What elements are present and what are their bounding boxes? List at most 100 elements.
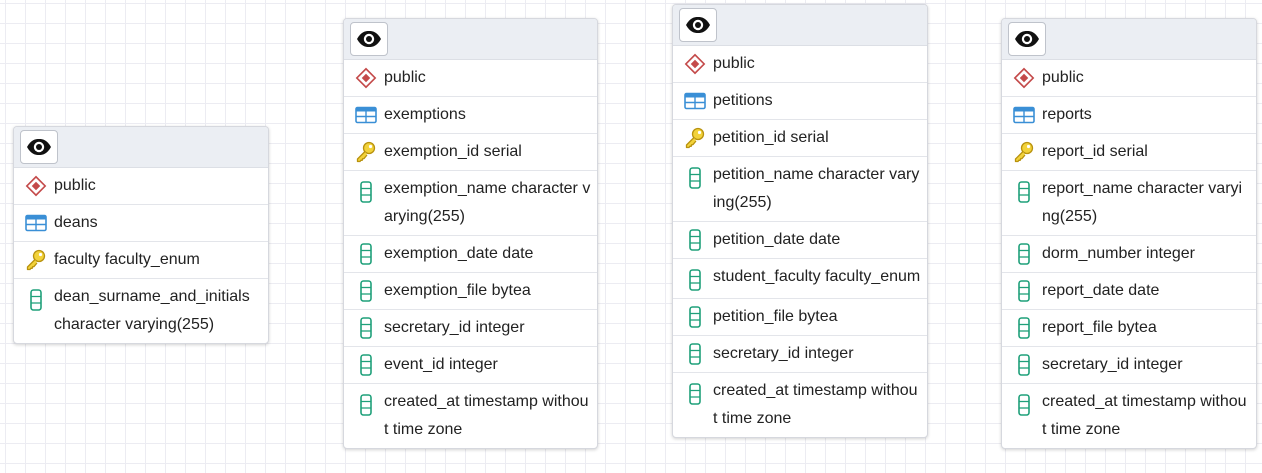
schema-name: public xyxy=(54,177,96,194)
schema-name: public xyxy=(1042,69,1084,86)
column-text: petition_file bytea xyxy=(713,308,838,325)
view-data-button[interactable] xyxy=(1008,22,1046,56)
column-row[interactable]: exemption_name character varying(255) xyxy=(344,171,597,236)
column-text: report_id serial xyxy=(1042,143,1148,160)
eye-icon xyxy=(1014,30,1040,48)
column-row[interactable]: secretary_id integer xyxy=(344,310,597,347)
column-icon xyxy=(1012,280,1036,302)
view-data-button[interactable] xyxy=(679,8,717,42)
table-icon xyxy=(683,90,707,112)
column-text: created_at timestamp without time zone xyxy=(713,382,918,427)
column-text: secretary_id integer xyxy=(1042,356,1183,373)
column-row[interactable]: petition_file bytea xyxy=(673,299,927,336)
schema-icon xyxy=(683,53,707,75)
column-icon xyxy=(1012,394,1036,416)
schema-icon xyxy=(24,175,48,197)
node-header xyxy=(344,19,597,60)
column-text: petition_name character varying(255) xyxy=(713,166,920,211)
column-row[interactable]: dorm_number integer xyxy=(1002,236,1256,273)
table-name: deans xyxy=(54,214,98,231)
column-row[interactable]: faculty faculty_enum xyxy=(14,242,268,279)
table-icon xyxy=(354,104,378,126)
column-text: exemption_file bytea xyxy=(384,282,531,299)
column-row[interactable]: created_at timestamp without time zone xyxy=(1002,384,1256,448)
column-text: dean_surname_and_initials character vary… xyxy=(54,288,250,333)
eye-icon xyxy=(26,138,52,156)
column-text: student_faculty faculty_enum xyxy=(713,268,921,285)
view-data-button[interactable] xyxy=(20,130,58,164)
column-text: exemption_id serial xyxy=(384,143,522,160)
column-icon xyxy=(683,229,707,251)
eye-icon xyxy=(685,16,711,34)
table-node-exemptions[interactable]: public exemptions exemption_id serial ex… xyxy=(343,18,598,449)
column-row[interactable]: petition_name character varying(255) xyxy=(673,157,927,222)
column-text: created_at timestamp without time zone xyxy=(1042,393,1247,438)
table-row[interactable]: exemptions xyxy=(344,97,597,134)
column-icon xyxy=(683,383,707,405)
column-icon xyxy=(683,167,707,189)
column-row[interactable]: secretary_id integer xyxy=(1002,347,1256,384)
table-node-deans[interactable]: public deans faculty faculty_enum dean_s… xyxy=(13,126,269,344)
schema-row[interactable]: public xyxy=(344,60,597,97)
column-icon xyxy=(354,280,378,302)
column-row[interactable]: event_id integer xyxy=(344,347,597,384)
table-row[interactable]: reports xyxy=(1002,97,1256,134)
column-text: petition_id serial xyxy=(713,129,829,146)
schema-row[interactable]: public xyxy=(14,168,268,205)
column-icon xyxy=(354,181,378,203)
column-icon xyxy=(1012,354,1036,376)
erd-canvas[interactable]: public deans faculty faculty_enum dean_s… xyxy=(0,0,1262,473)
column-row[interactable]: petition_date date xyxy=(673,222,927,259)
table-name: reports xyxy=(1042,106,1092,123)
schema-icon xyxy=(354,67,378,89)
column-row[interactable]: report_date date xyxy=(1002,273,1256,310)
node-header xyxy=(14,127,268,168)
column-text: report_file bytea xyxy=(1042,319,1157,336)
column-row[interactable]: secretary_id integer xyxy=(673,336,927,373)
column-row[interactable]: report_name character varying(255) xyxy=(1002,171,1256,236)
schema-row[interactable]: public xyxy=(673,46,927,83)
column-icon xyxy=(24,289,48,311)
column-icon xyxy=(354,317,378,339)
column-row[interactable]: report_file bytea xyxy=(1002,310,1256,347)
column-row[interactable]: report_id serial xyxy=(1002,134,1256,171)
column-icon xyxy=(354,354,378,376)
column-icon xyxy=(683,343,707,365)
primary-key-icon xyxy=(24,249,48,271)
column-text: event_id integer xyxy=(384,356,498,373)
node-header xyxy=(1002,19,1256,60)
table-node-reports[interactable]: public reports report_id serial report_n… xyxy=(1001,18,1257,449)
primary-key-icon xyxy=(683,127,707,149)
primary-key-icon xyxy=(1012,141,1036,163)
column-row[interactable]: dean_surname_and_initials character vary… xyxy=(14,279,268,343)
table-name: petitions xyxy=(713,92,773,109)
node-header xyxy=(673,5,927,46)
column-row[interactable]: created_at timestamp without time zone xyxy=(673,373,927,437)
column-row[interactable]: student_faculty faculty_enum xyxy=(673,259,927,299)
column-text: secretary_id integer xyxy=(713,345,854,362)
table-node-petitions[interactable]: public petitions petition_id serial peti… xyxy=(672,4,928,438)
column-row[interactable]: exemption_file bytea xyxy=(344,273,597,310)
column-text: petition_date date xyxy=(713,231,841,248)
column-icon xyxy=(683,269,707,291)
column-icon xyxy=(683,306,707,328)
column-icon xyxy=(1012,243,1036,265)
primary-key-icon xyxy=(354,141,378,163)
view-data-button[interactable] xyxy=(350,22,388,56)
column-row[interactable]: petition_id serial xyxy=(673,120,927,157)
schema-row[interactable]: public xyxy=(1002,60,1256,97)
table-name: exemptions xyxy=(384,106,466,123)
schema-icon xyxy=(1012,67,1036,89)
column-row[interactable]: exemption_id serial xyxy=(344,134,597,171)
table-row[interactable]: petitions xyxy=(673,83,927,120)
column-row[interactable]: exemption_date date xyxy=(344,236,597,273)
column-text: exemption_date date xyxy=(384,245,534,262)
column-icon xyxy=(1012,181,1036,203)
column-row[interactable]: created_at timestamp without time zone xyxy=(344,384,597,448)
column-icon xyxy=(1012,317,1036,339)
eye-icon xyxy=(356,30,382,48)
column-text: secretary_id integer xyxy=(384,319,525,336)
column-text: faculty faculty_enum xyxy=(54,251,200,268)
table-icon xyxy=(24,212,48,234)
table-row[interactable]: deans xyxy=(14,205,268,242)
